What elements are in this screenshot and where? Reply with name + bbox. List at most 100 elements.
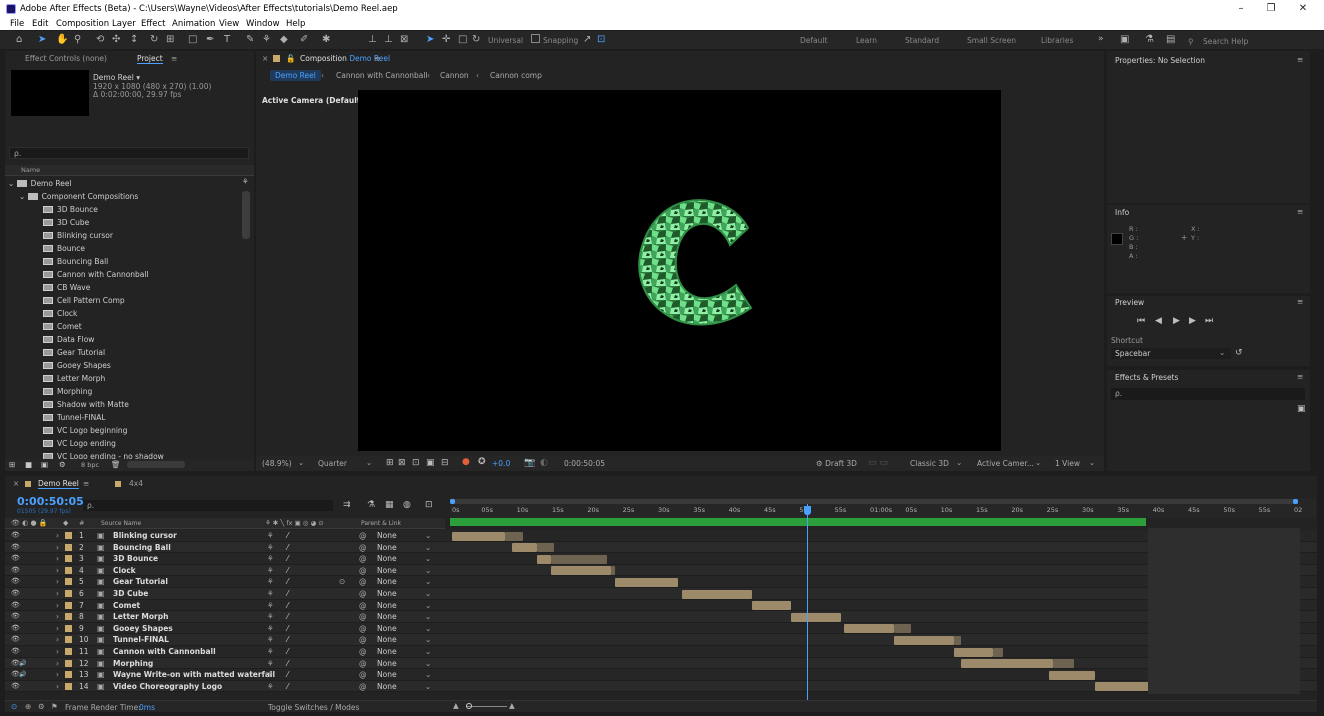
expand-layer-icon[interactable]: › [56,600,59,612]
navigator-end-handle[interactable] [1293,499,1298,504]
timeline-search-input[interactable]: ρ. [83,500,333,511]
expand-layer-icon[interactable]: › [56,669,59,681]
project-item[interactable]: VC Logo ending [43,437,283,450]
parent-dropdown[interactable]: None [377,669,397,681]
menu-window[interactable]: Window [246,19,280,29]
layer-trimmed-bar[interactable] [505,531,523,541]
camera-select-icon[interactable]: ➤ [426,33,434,46]
camera-dolly-icon[interactable]: □ [458,33,467,46]
layer-name[interactable]: Video Choreography Logo [113,681,222,693]
home-icon[interactable]: ⌂ [16,33,22,46]
layer-duration-bar[interactable] [452,531,505,541]
project-item[interactable]: Cell Pattern Comp [43,294,283,307]
label-color-swatch[interactable] [65,532,72,539]
view-axis-icon[interactable]: ⊠ [400,33,408,46]
lock-icon[interactable]: 🔓 [286,54,295,63]
layer-trimmed-bar[interactable] [536,543,555,553]
label-color-swatch[interactable] [65,671,72,679]
close-tab-icon[interactable]: × [262,54,268,63]
expand-layer-icon[interactable]: › [56,658,59,670]
layer-name[interactable]: Gear Tutorial [113,576,168,588]
layer-name[interactable]: Gooey Shapes [113,623,173,635]
workspace-libraries[interactable]: Libraries [1041,36,1073,45]
parent-dropdown[interactable]: None [377,658,397,670]
minimize-button[interactable]: – [1226,1,1256,17]
shy-switch-icon[interactable]: ⚘ [267,530,274,542]
project-item[interactable]: Gooey Shapes [43,359,283,372]
new-folder-icon[interactable]: ■ [25,460,32,469]
layer-name[interactable]: Wayne Write-on with matted waterfall [113,669,275,681]
tab-4x4[interactable]: 4x4 [129,479,143,488]
project-item[interactable]: Bounce [43,242,283,255]
menu-layer[interactable]: Layer [112,19,136,29]
hamburger-icon[interactable]: ≡ [83,479,89,488]
chevron-down-icon[interactable]: ⌄ [425,681,431,693]
layer-trimmed-bar[interactable] [893,624,912,634]
project-item[interactable]: Gear Tutorial [43,346,283,359]
comp-timecode[interactable]: 0:00:50:05 [564,459,605,468]
close-button[interactable]: ✕ [1288,1,1318,17]
layer-row[interactable]: 👁 › 2 ▣ Bouncing Ball ⚘ ⁄ @ None ⌄ [5,541,1317,554]
parent-dropdown[interactable]: None [377,530,397,542]
effects-search-input[interactable]: ρ. [1111,388,1305,400]
label-color-swatch[interactable] [65,590,72,597]
chevron-down-icon[interactable]: ⌄ [425,658,431,670]
menu-animation[interactable]: Animation [172,19,215,29]
new-comp-icon[interactable]: ▣ [41,460,48,469]
motion-blur-icon[interactable]: ◍ [403,500,411,510]
layer-trimmed-bar[interactable] [1052,659,1074,669]
breadcrumb-cannon-comp[interactable]: Cannon comp [490,71,542,80]
snapping-checkbox[interactable] [531,34,540,43]
draft-3d-icon[interactable]: ⚗ [367,500,375,510]
play-icon[interactable]: ▶ [1173,316,1180,326]
transparency-grid-icon[interactable]: ⊠ [398,458,406,468]
parent-pickwhip-icon[interactable]: @ [359,576,367,588]
layer-row[interactable]: 👁 › 7 ▣ Comet ⚘ ⁄ @ None ⌄ [5,599,1317,612]
shy-switch-icon[interactable]: ⚘ [267,565,274,577]
visibility-eye-icon[interactable]: 👁 [11,600,20,612]
puppet-pin-icon[interactable]: ✱ [322,33,330,46]
quality-switch-icon[interactable]: ⁄ [287,646,288,658]
visibility-eye-icon[interactable]: 👁 [11,646,20,658]
shy-switch-icon[interactable]: ⚘ [267,634,274,646]
timeline-zoom-slider[interactable] [467,706,507,707]
quality-switch-icon[interactable]: ⁄ [287,565,288,577]
world-axis-icon[interactable]: ⊥ [384,33,393,46]
tab-demo-reel[interactable]: Demo Reel [38,479,79,489]
layer-duration-bar[interactable] [893,635,954,645]
expand-layer-icon[interactable]: › [56,681,59,693]
share-icon[interactable]: ⚗ [1145,33,1154,46]
quality-switch-icon[interactable]: ⁄ [287,634,288,646]
rotate-tool-icon[interactable]: ↻ [150,33,158,46]
extended-viewer-icon[interactable]: ▭ ▭ [868,458,888,468]
layer-duration-bar[interactable] [791,612,841,622]
expand-ins-outs-icon[interactable]: ⚑ [51,702,58,711]
camera-orbit-icon[interactable]: ↻ [472,33,480,46]
visibility-eye-icon[interactable]: 👁 [11,611,20,623]
layer-row[interactable]: 👁 › 8 ▣ Letter Morph ⚘ ⁄ @ None ⌄ [5,611,1317,623]
workspace-standard[interactable]: Standard [905,36,939,45]
graph-editor-icon[interactable]: ⊡ [425,500,433,510]
quality-switch-icon[interactable]: ⁄ [287,600,288,612]
flowchart-icon[interactable]: ⚘ [242,177,249,186]
quality-switch-icon[interactable]: ⁄ [287,611,288,623]
layer-duration-bar[interactable] [953,647,993,657]
quality-switch-icon[interactable]: ⁄ [287,542,288,554]
rectangle-tool-icon[interactable]: □ [188,33,197,46]
dolly-tool-icon[interactable]: ↕ [130,33,138,46]
layer-duration-bar[interactable] [614,577,679,587]
quality-switch-icon[interactable]: ⁄ [287,658,288,670]
time-navigator[interactable] [450,499,1298,504]
first-frame-icon[interactable]: ⏮ [1137,316,1145,326]
parent-dropdown[interactable]: None [377,565,397,577]
roto-brush-icon[interactable]: ✐ [300,33,308,46]
visibility-eye-icon[interactable]: 👁 [11,542,20,554]
label-color-swatch[interactable] [65,566,72,574]
search-help-field[interactable]: ⚲ Search Help [1184,34,1304,47]
label-color-swatch[interactable] [65,543,72,551]
visibility-eye-icon[interactable]: 👁 [11,588,20,600]
menu-help[interactable]: Help [286,19,305,29]
mask-visibility-icon[interactable]: ⊡ [412,458,420,468]
label-color-swatch[interactable] [65,648,72,655]
comments-icon[interactable]: ▤ [1166,33,1175,46]
